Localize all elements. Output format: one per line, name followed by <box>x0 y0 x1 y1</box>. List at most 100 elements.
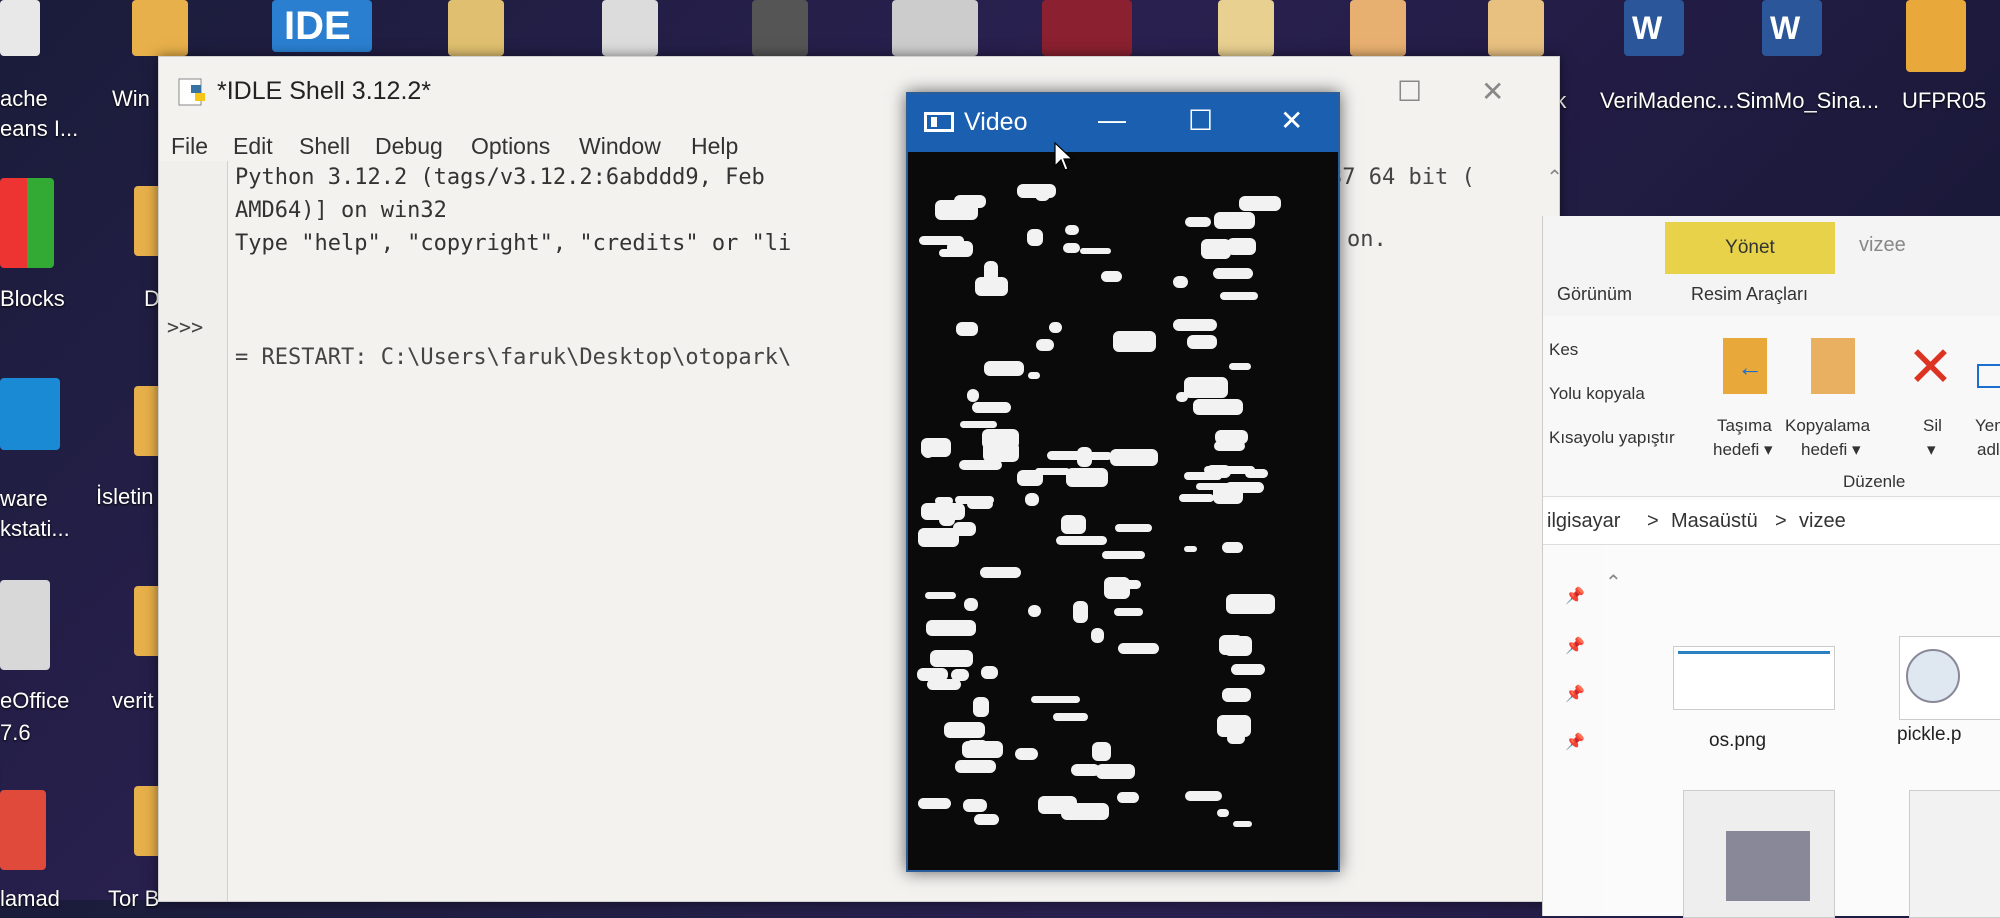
video-noise-blob <box>1115 523 1153 533</box>
video-window[interactable]: Video — ☐ ✕ <box>906 92 1340 872</box>
idle-shell-window[interactable]: *IDLE Shell 3.12.2* ☐ ✕ File Edit Shell … <box>158 56 1563 902</box>
word-icon-2[interactable]: W <box>1762 0 1822 56</box>
file-explorer-window[interactable]: Yönet vizee Görünüm Resim Araçları Kes Y… <box>1542 216 2000 918</box>
codeblocks-icon[interactable] <box>0 178 54 268</box>
tab-manage[interactable]: Yönet <box>1665 222 1835 274</box>
desktop-label-win: Win <box>112 86 150 111</box>
file-name-os[interactable]: os.png <box>1709 730 1766 752</box>
move-to-label-1: Taşıma <box>1717 416 1772 435</box>
video-noise-blob <box>1179 494 1214 502</box>
desktop-label-tor: Tor B <box>108 886 160 911</box>
desktop-icon-file[interactable] <box>0 0 40 56</box>
video-close-button[interactable]: ✕ <box>1280 104 1303 137</box>
delete-dropdown[interactable]: ▾ <box>1927 440 1936 460</box>
desktop-label-ware: ware <box>0 486 48 511</box>
video-noise-blob <box>1091 742 1112 761</box>
shell-line-2: AMD64)] on win32 <box>235 198 447 223</box>
video-titlebar[interactable]: Video — ☐ ✕ <box>908 94 1338 152</box>
video-noise-blob <box>1028 604 1042 618</box>
video-noise-blob <box>1034 186 1051 201</box>
menu-edit[interactable]: Edit <box>233 133 273 160</box>
menu-window[interactable]: Window <box>579 133 661 160</box>
desktop-label-verit: verit <box>112 688 154 713</box>
video-noise-blob <box>953 521 976 536</box>
desktop-icon-image[interactable] <box>892 0 978 56</box>
shell-line-3-tail: on. <box>1347 227 1387 252</box>
maximize-button[interactable]: ☐ <box>1397 75 1422 108</box>
video-noise-blob <box>954 760 997 774</box>
shell-prompt: >>> <box>167 315 204 339</box>
video-minimize-button[interactable]: — <box>1098 104 1126 136</box>
video-noise-blob <box>1187 335 1218 349</box>
pin-icon[interactable]: 📌 <box>1565 586 1585 606</box>
desktop-label-top-2: VeriMadenc... <box>1600 88 1735 113</box>
desktop-icon-app[interactable] <box>752 0 808 56</box>
shell-output[interactable]: Python 3.12.2 (tags/v3.12.2:6abddd9, Feb… <box>235 161 791 260</box>
desktop-icon-doc[interactable] <box>448 0 504 56</box>
video-noise-blob <box>1080 247 1111 254</box>
video-noise-blob <box>935 496 954 506</box>
video-noise-blob <box>926 620 976 636</box>
close-button[interactable]: ✕ <box>1481 75 1504 108</box>
file-thumbnail-pickle[interactable] <box>1899 636 2000 720</box>
video-noise-blob <box>979 567 1022 579</box>
file-thumbnail-os[interactable] <box>1673 646 1835 710</box>
rename-icon[interactable] <box>1977 364 2000 388</box>
desktop-icon-ide[interactable]: IDE <box>272 0 372 52</box>
video-noise-blob <box>1212 268 1254 279</box>
menu-options[interactable]: Options <box>471 133 550 160</box>
breadcrumb-vizee[interactable]: vizee <box>1799 510 1846 533</box>
video-maximize-button[interactable]: ☐ <box>1188 104 1213 137</box>
desktop-label-top-3: SimMo_Sina... <box>1736 88 1880 113</box>
menu-debug[interactable]: Debug <box>375 133 443 160</box>
menu-file[interactable]: File <box>171 133 208 160</box>
copy-path-action[interactable]: Yolu kopyala <box>1549 384 1645 404</box>
shell-line-1: Python 3.12.2 (tags/v3.12.2:6abddd9, Feb <box>235 165 765 190</box>
video-noise-blob <box>1113 330 1157 353</box>
word-icon-1[interactable]: W <box>1624 0 1684 56</box>
paste-shortcut-action[interactable]: Kısayolu yapıştır <box>1549 428 1675 448</box>
restart-line: = RESTART: C:\Users\faruk\Desktop\otopar… <box>235 345 792 370</box>
video-noise-blob <box>1062 243 1080 254</box>
menu-help[interactable]: Help <box>691 133 738 160</box>
file-thumbnail-4[interactable] <box>1909 790 2000 918</box>
video-noise-blob <box>1185 216 1212 227</box>
desktop-icon-folder[interactable] <box>132 0 188 56</box>
folder-icon-ufpr[interactable] <box>1906 0 1966 72</box>
scroll-up-icon[interactable]: ⌃ <box>1605 570 1622 595</box>
tab-view[interactable]: Görünüm <box>1557 284 1632 305</box>
desktop-icon-doc4[interactable] <box>1488 0 1544 56</box>
ribbon-context-bar: Yönet vizee <box>1543 216 2000 276</box>
video-noise-blob <box>930 649 974 668</box>
address-bar[interactable]: ilgisayar > Masaüstü > vizee <box>1543 500 2000 545</box>
navigation-pane: 📌 📌 📌 📌 <box>1543 546 1603 916</box>
idle-titlebar[interactable]: *IDLE Shell 3.12.2* ☐ ✕ <box>159 57 1559 125</box>
pin-icon[interactable]: 📌 <box>1565 732 1585 752</box>
file-thumbnail-3[interactable] <box>1683 790 1835 918</box>
tab-picture-tools[interactable]: Resim Araçları <box>1691 284 1808 305</box>
breadcrumb-desktop[interactable]: Masaüstü <box>1671 510 1758 533</box>
app-icon-bottom[interactable] <box>0 790 46 870</box>
pin-icon[interactable]: 📌 <box>1565 684 1585 704</box>
desktop-icon-doc3[interactable] <box>1350 0 1406 56</box>
video-noise-blob <box>1220 291 1259 301</box>
libreoffice-icon[interactable] <box>0 580 50 670</box>
desktop-icon-archive[interactable] <box>1042 0 1132 56</box>
video-noise-blob <box>1110 449 1159 467</box>
file-name-pickle[interactable]: pickle.p <box>1897 724 1961 746</box>
breadcrumb-computer[interactable]: ilgisayar <box>1547 510 1620 533</box>
pin-icon[interactable]: 📌 <box>1565 636 1585 656</box>
vmware-icon[interactable] <box>0 378 60 450</box>
move-to-icon[interactable]: ← <box>1723 338 1767 394</box>
cut-action[interactable]: Kes <box>1549 340 1578 360</box>
scroll-up-icon[interactable]: ⌃ <box>1546 165 1563 190</box>
copy-to-icon[interactable] <box>1811 338 1855 394</box>
delete-icon[interactable]: ✕ <box>1907 334 1954 400</box>
video-noise-blob <box>1027 229 1044 247</box>
video-noise-blob <box>1224 635 1252 656</box>
video-window-icon <box>924 112 954 132</box>
video-noise-blob <box>918 236 964 246</box>
desktop-icon-file2[interactable] <box>602 0 658 56</box>
menu-shell[interactable]: Shell <box>299 133 350 160</box>
desktop-icon-doc2[interactable] <box>1218 0 1274 56</box>
